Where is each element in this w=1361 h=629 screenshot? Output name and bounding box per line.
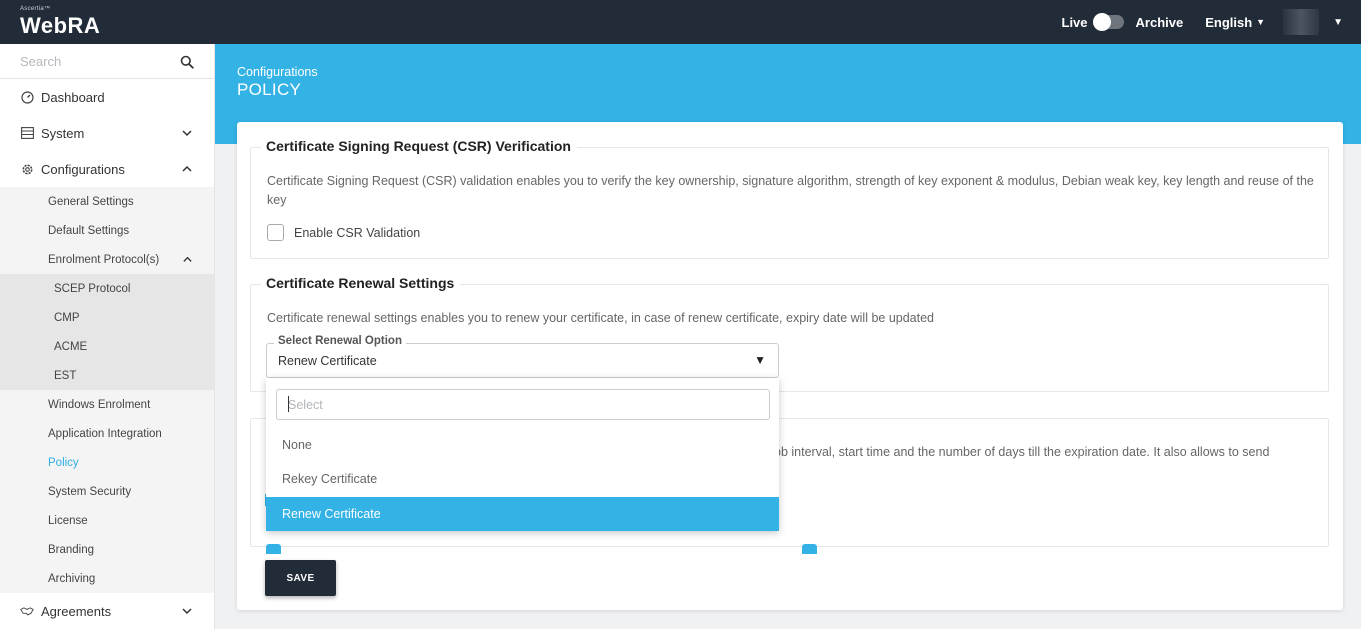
breadcrumb[interactable]: Configurations: [237, 65, 318, 79]
sidebar-item-acme[interactable]: ACME: [0, 332, 214, 361]
sidebar-item-system[interactable]: System: [0, 115, 214, 151]
user-avatar[interactable]: [1283, 9, 1320, 35]
chevron-down-icon: [182, 608, 192, 615]
top-bar: Ascertia™ WebRA Live Archive English ▼ ▼: [0, 0, 1361, 44]
text-cursor: [288, 396, 289, 412]
live-label: Live: [1061, 14, 1088, 30]
sidebar-item-dashboard[interactable]: Dashboard: [0, 79, 214, 115]
sidebar-item-windows-enrolment[interactable]: Windows Enrolment: [0, 390, 214, 419]
sidebar-item-cmp[interactable]: CMP: [0, 303, 214, 332]
sidebar-item-branding[interactable]: Branding: [0, 535, 214, 564]
renewal-option-dropdown: None Rekey Certificate Renew Certificate: [266, 378, 779, 531]
sidebar-item-label: Agreements: [41, 603, 112, 619]
renewal-description: Certificate renewal settings enables you…: [267, 311, 935, 325]
language-label: English: [1205, 14, 1253, 30]
logo[interactable]: Ascertia™ WebRA: [20, 6, 100, 38]
sidebar-item-agreements[interactable]: Agreements: [0, 593, 214, 629]
configurations-submenu: General Settings Default Settings Enrolm…: [0, 187, 214, 593]
sidebar-item-application-integration[interactable]: Application Integration: [0, 419, 214, 448]
renewal-option-select[interactable]: Select Renewal Option Renew Certificate …: [266, 335, 779, 378]
sidebar-item-configurations[interactable]: Configurations: [0, 151, 214, 187]
dashboard-icon: [20, 90, 34, 104]
toggle-knob: [1092, 13, 1111, 31]
top-right-controls: Live Archive English ▼ ▼: [1062, 0, 1361, 44]
enable-csr-checkbox[interactable]: [267, 224, 284, 241]
dropdown-option-rekey[interactable]: Rekey Certificate: [266, 462, 779, 496]
archive-label: Archive: [1135, 14, 1184, 30]
page-title: POLICY: [237, 80, 302, 99]
enable-csr-label: Enable CSR Validation: [294, 225, 421, 240]
sidebar-item-label: Configurations: [41, 161, 125, 177]
dropdown-option-none[interactable]: None: [266, 428, 779, 462]
language-selector[interactable]: English ▼: [1205, 15, 1265, 30]
sidebar-item-policy[interactable]: Policy: [0, 448, 214, 477]
sidebar-item-label: Enrolment Protocol(s): [48, 253, 160, 266]
chevron-up-icon: [183, 256, 192, 262]
csr-description: Certificate Signing Request (CSR) valida…: [267, 174, 1314, 207]
checked-checkbox-2[interactable]: [802, 544, 817, 554]
sidebar-item-est[interactable]: EST: [0, 361, 214, 390]
csr-checkbox-row[interactable]: Enable CSR Validation: [267, 224, 420, 241]
enrolment-protocols-submenu: SCEP Protocol CMP ACME EST: [0, 274, 214, 390]
user-menu-caret-icon[interactable]: ▼: [1333, 17, 1343, 28]
gear-icon: [20, 162, 34, 176]
search-icon[interactable]: [180, 55, 194, 69]
save-button[interactable]: SAVE: [265, 560, 336, 596]
caret-down-icon: ▼: [754, 353, 766, 367]
csr-section: Certificate Signing Request (CSR) Verifi…: [250, 138, 1329, 259]
renewal-option-value: Renew Certificate: [278, 354, 377, 368]
sidebar-search: [0, 44, 214, 79]
policy-card: Certificate Signing Request (CSR) Verifi…: [237, 122, 1343, 610]
renewal-option-label: Select Renewal Option: [274, 335, 406, 347]
sidebar-item-label: Dashboard: [41, 89, 105, 105]
sidebar-item-general-settings[interactable]: General Settings: [0, 187, 214, 216]
sidebar-item-scep[interactable]: SCEP Protocol: [0, 274, 214, 303]
sidebar: Dashboard System Configurations General …: [0, 44, 215, 629]
logo-product: WebRA: [20, 13, 101, 38]
dropdown-search-input[interactable]: [276, 389, 770, 420]
system-icon: [20, 126, 34, 140]
sidebar-item-system-security[interactable]: System Security: [0, 477, 214, 506]
live-archive-toggle[interactable]: [1092, 13, 1124, 31]
chevron-up-icon: [182, 165, 192, 172]
dropdown-option-renew[interactable]: Renew Certificate: [266, 497, 779, 531]
caret-down-icon: ▼: [1256, 17, 1266, 27]
renewal-section-title: Certificate Renewal Settings: [261, 275, 461, 291]
sidebar-item-license[interactable]: License: [0, 506, 214, 535]
handshake-icon: [20, 604, 34, 618]
csr-section-title: Certificate Signing Request (CSR) Verifi…: [261, 138, 577, 154]
sidebar-item-default-settings[interactable]: Default Settings: [0, 216, 214, 245]
expiry-description: ob interval, start time and the number o…: [774, 445, 1270, 459]
sidebar-item-label: System: [41, 125, 85, 141]
checked-checkbox-1[interactable]: [266, 544, 281, 554]
sidebar-item-enrolment-protocols[interactable]: Enrolment Protocol(s): [0, 245, 214, 274]
chevron-down-icon: [182, 130, 192, 137]
search-input[interactable]: [0, 44, 170, 78]
sidebar-item-archiving[interactable]: Archiving: [0, 564, 214, 593]
